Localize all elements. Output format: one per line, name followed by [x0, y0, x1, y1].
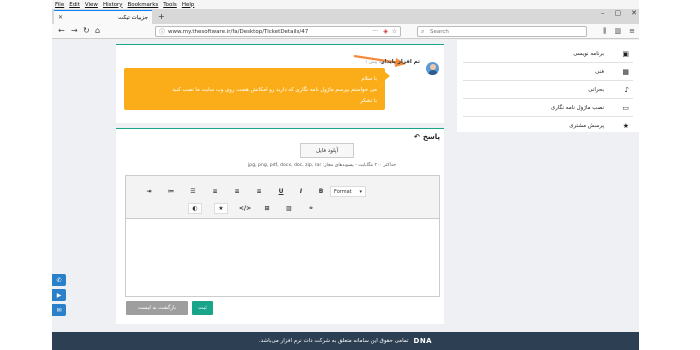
- align-left-icon[interactable]: ≡: [208, 186, 222, 197]
- sidebar-item-label: بحرانی: [588, 86, 604, 93]
- editor-toolbar: ⇥ ≔ ☰ ≡ ≡ ≡ U I B Format ▾ ◐ ★ </> ⊞ ▨ ⚭: [126, 176, 439, 219]
- underline-icon[interactable]: U: [274, 186, 288, 197]
- navigation-bar: ← → ↻ ⌂ ⓘ www.my.thesoftware.ir/fa/Deskt…: [52, 24, 639, 39]
- sidebar-item-label: فنی: [595, 68, 604, 75]
- menu-view[interactable]: View: [85, 2, 98, 8]
- close-window-icon[interactable]: ✕: [631, 9, 637, 17]
- footer-text: تمامی حقوق این سامانه متعلق به شرکت دات …: [258, 338, 409, 344]
- page-actions-icon[interactable]: ···: [372, 28, 378, 35]
- link-icon[interactable]: ⚭: [304, 203, 318, 214]
- avatar: [426, 62, 439, 75]
- unordered-list-icon[interactable]: ☰: [186, 186, 200, 197]
- sidebar-item-programming[interactable]: برنامه نویسی ▣: [463, 45, 633, 63]
- library-icon[interactable]: ⫼: [603, 27, 606, 36]
- company-logo: DNA: [413, 337, 433, 345]
- browser-window: File Edit View History Bookmarks Tools H…: [52, 0, 639, 350]
- close-tab-icon[interactable]: ✕: [58, 14, 63, 21]
- indent-icon[interactable]: ⇥: [142, 186, 156, 197]
- tab-title: جزییات تیکت: [118, 14, 148, 21]
- message-line: با تشکر: [360, 98, 377, 104]
- image-icon[interactable]: ▨: [282, 203, 296, 214]
- search-placeholder: Search: [430, 28, 449, 35]
- message-line: با سلام: [361, 76, 377, 82]
- search-bar[interactable]: ⌕ Search: [417, 26, 587, 37]
- reply-card: پاسخ ↶ آپلود فایل حداکثر ۲۰۰ مگابایت - پ…: [116, 128, 444, 324]
- table-icon[interactable]: ⊞: [260, 203, 274, 214]
- music-note-icon: ♪: [624, 85, 629, 94]
- sidebar-item-install-module[interactable]: نصب ماژول نامه نگاری ▭: [463, 99, 633, 117]
- pocket-icon[interactable]: ◈: [383, 28, 388, 35]
- sidebar-item-customer-question[interactable]: پرسش مشتری ★: [463, 117, 633, 135]
- code-icon[interactable]: </>: [238, 203, 252, 214]
- chevron-down-icon: ▾: [359, 188, 362, 195]
- menu-help[interactable]: Help: [182, 2, 195, 8]
- tab-ticket-details[interactable]: جزییات تیکت ✕: [54, 10, 152, 24]
- window-controls: – ▢ ✕: [601, 9, 637, 17]
- editor-text-area[interactable]: [126, 220, 439, 296]
- italic-icon[interactable]: I: [294, 186, 308, 197]
- briefcase-icon: ▣: [622, 49, 629, 58]
- reply-icon: ↶: [413, 133, 420, 141]
- menu-history[interactable]: History: [103, 2, 123, 8]
- page-footer: DNA تمامی حقوق این سامانه متعلق به شرکت …: [52, 332, 639, 350]
- reply-heading: پاسخ ↶: [414, 133, 440, 141]
- message-line: می خواستم بپرسم ماژول نامه نگاری که داری…: [172, 87, 377, 93]
- sidebar-item-technical[interactable]: فنی ▦: [463, 63, 633, 81]
- message-card: تم افزار پایدار ۱ دقیقه پیش با سلام می خ…: [116, 44, 444, 123]
- hamburger-menu-icon[interactable]: ≡: [629, 27, 635, 36]
- format-label: Format: [334, 188, 352, 195]
- site-info-icon[interactable]: ⓘ: [159, 27, 165, 36]
- sidebar-item-label: پرسش مشتری: [569, 123, 604, 129]
- submit-button[interactable]: ثبت: [192, 301, 213, 315]
- minimize-icon[interactable]: –: [601, 9, 605, 17]
- category-sidebar: برنامه نویسی ▣ فنی ▦ بحرانی ♪ نصب ماژول …: [457, 40, 639, 132]
- star-icon[interactable]: ★: [214, 203, 228, 214]
- ordered-list-icon[interactable]: ≔: [164, 186, 178, 197]
- page-content: برنامه نویسی ▣ فنی ▦ بحرانی ♪ نصب ماژول …: [52, 40, 639, 332]
- back-arrow-icon[interactable]: ←: [58, 26, 65, 35]
- toolbar-icons: ⫼ ▥ ≡: [603, 27, 635, 36]
- url-text: www.my.thesoftware.ir/fa/Desktop/TicketD…: [168, 28, 309, 35]
- menu-bookmarks[interactable]: Bookmarks: [128, 2, 159, 8]
- search-icon: ⌕: [421, 27, 425, 35]
- maximize-icon[interactable]: ▢: [615, 9, 622, 17]
- tab-bar: جزییات تیکت ✕ + – ▢ ✕: [52, 9, 639, 24]
- color-icon[interactable]: ◐: [188, 203, 202, 214]
- server-icon: ▦: [622, 67, 629, 76]
- sidebar-item-critical[interactable]: بحرانی ♪: [463, 81, 633, 99]
- menu-edit[interactable]: Edit: [69, 2, 80, 8]
- align-center-icon[interactable]: ≡: [230, 186, 244, 197]
- bookmark-star-icon[interactable]: ☆: [392, 28, 397, 35]
- new-tab-icon[interactable]: +: [158, 12, 165, 21]
- upload-file-button[interactable]: آپلود فایل: [300, 143, 354, 158]
- align-right-icon[interactable]: ≡: [252, 186, 266, 197]
- menu-bar: File Edit View History Bookmarks Tools H…: [52, 0, 639, 9]
- message-bubble: با سلام می خواستم بپرسم ماژول نامه نگاری…: [124, 68, 390, 110]
- reload-icon[interactable]: ↻: [83, 26, 90, 35]
- star-icon: ★: [622, 122, 629, 130]
- phone-icon[interactable]: ✆: [52, 274, 66, 286]
- video-icon[interactable]: ▶: [52, 289, 66, 301]
- back-to-list-button[interactable]: بازگشت به لیست: [126, 301, 188, 315]
- format-dropdown[interactable]: Format ▾: [330, 186, 366, 197]
- bold-icon[interactable]: B: [314, 186, 328, 197]
- forward-arrow-icon[interactable]: →: [71, 26, 78, 35]
- upload-help-text: حداکثر ۲۰۰ مگابایت - پسوندهای مجاز: jpg,…: [248, 163, 397, 168]
- home-icon[interactable]: ⌂: [95, 26, 100, 35]
- url-bar[interactable]: ⓘ www.my.thesoftware.ir/fa/Desktop/Ticke…: [155, 26, 401, 37]
- sidebar-item-label: نصب ماژول نامه نگاری: [550, 104, 604, 111]
- message-time: ۱ دقیقه پیش: [365, 60, 389, 65]
- monitor-icon: ▭: [622, 103, 629, 112]
- menu-file[interactable]: File: [55, 2, 64, 8]
- reply-title: پاسخ: [422, 133, 440, 141]
- sidebar-toggle-icon[interactable]: ▥: [615, 27, 622, 36]
- rich-text-editor: ⇥ ≔ ☰ ≡ ≡ ≡ U I B Format ▾ ◐ ★ </> ⊞ ▨ ⚭: [125, 175, 440, 297]
- mail-icon[interactable]: ✉: [52, 304, 66, 316]
- menu-tools[interactable]: Tools: [163, 2, 177, 8]
- sidebar-item-label: برنامه نویسی: [573, 50, 604, 57]
